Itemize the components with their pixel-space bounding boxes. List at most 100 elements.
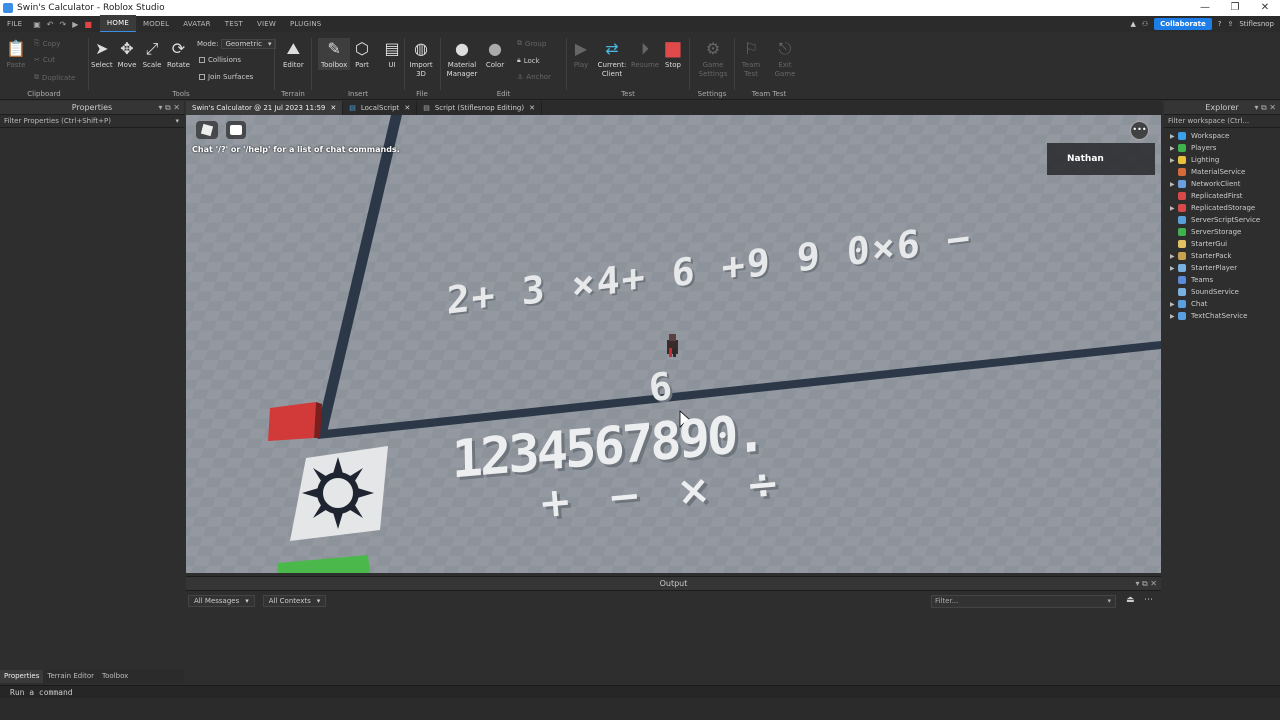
explorer-item-serverstorage[interactable]: ServerStorage [1164, 226, 1280, 238]
explorer-item-workspace[interactable]: ▶ Workspace [1164, 130, 1280, 142]
terrain-editor-button[interactable]: ⛰ Editor [283, 38, 304, 70]
tab-view[interactable]: VIEW [250, 16, 283, 32]
toolbox-button[interactable]: ✎ Toolbox [318, 38, 351, 70]
minimize-button[interactable]: — [1190, 0, 1220, 16]
explorer-item-replicatedstorage[interactable]: ▶ ReplicatedStorage [1164, 202, 1280, 214]
tab-toolbox[interactable]: Toolbox [98, 670, 132, 683]
tab-script[interactable]: ▤ Script (Stiflesnop Editing) ✕ [417, 101, 542, 115]
cut-button[interactable]: ✂ Cut [34, 56, 55, 64]
close-button[interactable]: ✕ [1250, 0, 1280, 16]
play-button[interactable]: ▶ Play [571, 38, 591, 70]
clear-output-icon[interactable]: ⏏ [1126, 595, 1135, 605]
close-icon[interactable]: ✕ [529, 101, 535, 115]
explorer-item-players[interactable]: ▶ Players [1164, 142, 1280, 154]
explorer-item-serverscriptservice[interactable]: ServerScriptService [1164, 214, 1280, 226]
select-button[interactable]: ➤ Select [91, 38, 113, 70]
explorer-item-teams[interactable]: Teams [1164, 274, 1280, 286]
game-viewport[interactable]: Chat '/?' or '/help' for a list of chat … [186, 115, 1161, 573]
explorer-item-soundservice[interactable]: SoundService [1164, 286, 1280, 298]
expand-arrow-icon[interactable]: ▶ [1170, 157, 1178, 164]
collisions-checkbox[interactable] [199, 57, 205, 63]
explorer-item-materialservice[interactable]: MaterialService [1164, 166, 1280, 178]
tab-model[interactable]: MODEL [136, 16, 176, 32]
move-button[interactable]: ✥ Move [117, 38, 137, 70]
panel-controls-icon[interactable]: ▾ ⧉ ✕ [158, 101, 180, 115]
roblox-menu-button[interactable] [196, 121, 218, 139]
play-quick-icon[interactable]: ▶ [72, 20, 78, 29]
collisions-toggle[interactable]: Collisions [199, 56, 241, 64]
tab-properties[interactable]: Properties [0, 670, 44, 683]
explorer-item-lighting[interactable]: ▶ Lighting [1164, 154, 1280, 166]
undo-icon[interactable]: ↶ [47, 20, 54, 29]
expand-arrow-icon[interactable]: ▶ [1170, 265, 1178, 272]
panel-controls-icon[interactable]: ▾ ⧉ ✕ [1135, 577, 1157, 591]
lock-button[interactable]: 🔒︎ Lock [517, 56, 540, 65]
more-icon[interactable]: ⋯ [1144, 595, 1153, 605]
tab-plugins[interactable]: PLUGINS [283, 16, 328, 32]
team-test-button[interactable]: ⚐ Team Test [739, 38, 763, 79]
share-screen-icon[interactable]: ⇪ [1227, 20, 1233, 28]
explorer-item-starterplayer[interactable]: ▶ StarterPlayer [1164, 262, 1280, 274]
copy-button[interactable]: ⎘ Copy [34, 39, 60, 48]
join-surfaces-checkbox[interactable] [199, 74, 205, 80]
anchor-button[interactable]: ⚓︎ Anchor [517, 73, 551, 81]
tab-avatar[interactable]: AVATAR [176, 16, 218, 32]
scale-button[interactable]: ⤢ Scale [142, 38, 162, 70]
command-bar[interactable]: Run a command [0, 685, 1280, 698]
share-icon[interactable]: ⚇ [1142, 20, 1148, 28]
save-icon[interactable]: ▣ [33, 20, 41, 29]
close-icon[interactable]: ✕ [330, 101, 336, 115]
expand-arrow-icon[interactable]: ▶ [1170, 133, 1178, 140]
explorer-item-starterpack[interactable]: ▶ StarterPack [1164, 250, 1280, 262]
tab-home[interactable]: HOME [99, 15, 136, 33]
expand-arrow-icon[interactable]: ▶ [1170, 301, 1178, 308]
all-messages-dropdown[interactable]: All Messages ▾ [188, 595, 255, 607]
expand-arrow-icon[interactable]: ▶ [1170, 145, 1178, 152]
help-icon[interactable]: ? [1218, 20, 1222, 28]
exit-game-button[interactable]: ⎋ Exit Game [773, 38, 797, 79]
paste-button[interactable]: 📋 Paste [6, 38, 26, 70]
file-menu[interactable]: FILE [0, 16, 29, 32]
material-manager-button[interactable]: ● Material Manager [445, 38, 479, 79]
collaborate-button[interactable]: Collaborate [1154, 18, 1212, 30]
maximize-button[interactable]: ❐ [1220, 0, 1250, 16]
expand-arrow-icon[interactable]: ▶ [1170, 313, 1178, 320]
explorer-item-networkclient[interactable]: ▶ NetworkClient [1164, 178, 1280, 190]
join-surfaces-toggle[interactable]: Join Surfaces [199, 73, 253, 81]
explorer-item-chat[interactable]: ▶ Chat [1164, 298, 1280, 310]
duplicate-button[interactable]: ⧉ Duplicate [34, 73, 75, 82]
explorer-filter[interactable]: Filter workspace (Ctrl... [1164, 115, 1280, 128]
redo-icon[interactable]: ↷ [59, 20, 66, 29]
current-client-button[interactable]: ⇄ Current: Client [597, 38, 627, 79]
rotate-button[interactable]: ⟳ Rotate [167, 38, 190, 70]
player-list-entry[interactable]: Nathan [1047, 143, 1155, 175]
game-settings-button[interactable]: ⚙ Game Settings [698, 38, 728, 79]
properties-filter[interactable]: Filter Properties (Ctrl+Shift+P) ▾ [0, 115, 184, 128]
tab-test[interactable]: TEST [218, 16, 250, 32]
group-button[interactable]: ⧉ Group [517, 39, 546, 48]
mode-dropdown[interactable]: Geometric ▾ [221, 39, 276, 49]
alert-icon[interactable]: ▲ [1131, 20, 1136, 28]
stop-quick-icon[interactable]: ■ [84, 20, 92, 29]
expand-arrow-icon[interactable]: ▶ [1170, 253, 1178, 260]
ui-button[interactable]: ▤ UI [382, 38, 402, 70]
explorer-item-textchatservice[interactable]: ▶ TextChatService [1164, 310, 1280, 322]
import-3d-button[interactable]: ◍ Import 3D [409, 38, 433, 79]
panel-controls-icon[interactable]: ▾ ⧉ ✕ [1254, 101, 1276, 115]
tab-terrain-editor[interactable]: Terrain Editor [43, 670, 98, 683]
chat-toggle-button[interactable] [226, 121, 246, 139]
stop-button[interactable]: ■ Stop [663, 38, 683, 70]
tab-localscript[interactable]: ▤ LocalScript ✕ [343, 101, 418, 115]
resume-button[interactable]: ⏵ Resume [631, 38, 659, 70]
more-options-icon[interactable]: ••• [1130, 121, 1149, 140]
part-button[interactable]: ⬡ Part [352, 38, 372, 70]
tab-place[interactable]: Swin's Calculator @ 21 Jul 2023 11:59 ✕ [186, 101, 344, 115]
user-name[interactable]: Stiflesnop [1239, 20, 1274, 28]
explorer-item-startergui[interactable]: StarterGui [1164, 238, 1280, 250]
output-filter-input[interactable]: Filter... ▾ [931, 595, 1116, 608]
color-button[interactable]: ● Color [485, 38, 505, 70]
expand-arrow-icon[interactable]: ▶ [1170, 205, 1178, 212]
all-contexts-dropdown[interactable]: All Contexts ▾ [262, 595, 327, 607]
explorer-item-replicatedfirst[interactable]: ReplicatedFirst [1164, 190, 1280, 202]
expand-arrow-icon[interactable]: ▶ [1170, 181, 1178, 188]
